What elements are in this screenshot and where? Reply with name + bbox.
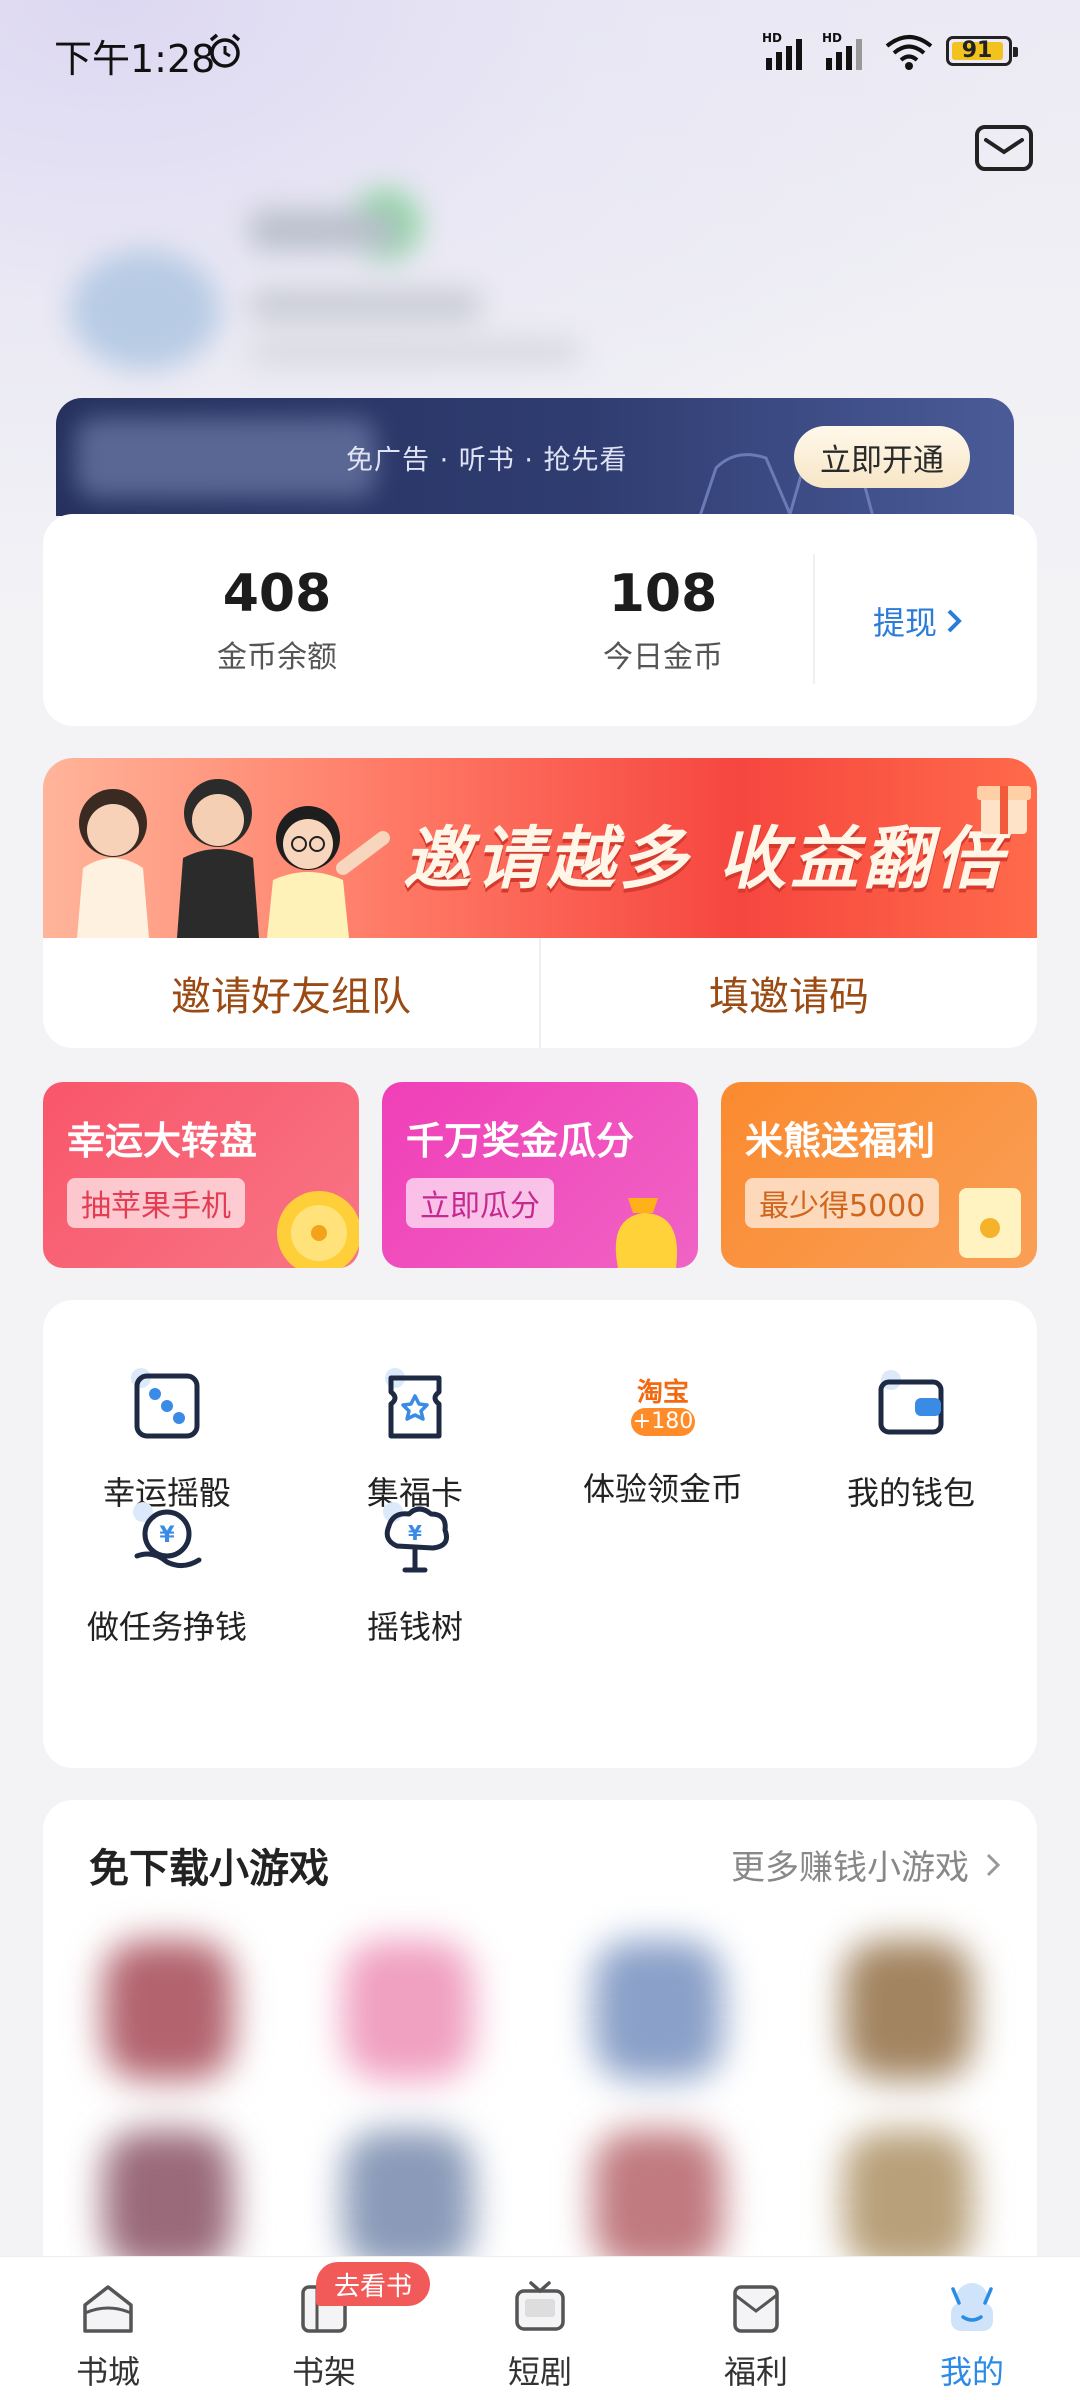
svg-text:¥: ¥: [408, 1521, 422, 1545]
promo-tag: 立即瓜分: [406, 1178, 554, 1228]
coin-balance-value: 408: [222, 564, 332, 624]
promo-title: 米熊送福利: [745, 1119, 936, 1163]
profile-header[interactable]: [50, 180, 580, 370]
avatar: [70, 250, 220, 370]
invite-card: 邀请越多 收益翻倍 邀请好友组队 填邀请码: [43, 758, 1037, 1048]
taobao-icon-title: 淘宝: [636, 1378, 689, 1408]
grid-item-fortune-card[interactable]: 集福卡: [291, 1366, 539, 1514]
user-name-blurred: [250, 210, 400, 250]
fortune-card-icon: [385, 1368, 442, 1439]
grid-item-wallet[interactable]: 我的钱包: [787, 1366, 1035, 1514]
grid-item-money-tree[interactable]: ¥ 摇钱树: [291, 1500, 539, 1648]
withdraw-button[interactable]: 提现: [873, 598, 963, 644]
promo-title: 千万奖金瓜分: [406, 1119, 635, 1163]
game-thumbnail[interactable]: [843, 2130, 973, 2260]
invite-slogan: 邀请越多 收益翻倍: [403, 820, 1007, 899]
game-thumbnail[interactable]: [343, 2130, 473, 2260]
grid-label: 摇钱树: [366, 1608, 463, 1646]
nav-short-drama[interactable]: 短剧: [470, 2279, 610, 2393]
withdraw-label: 提现: [873, 604, 938, 642]
money-tree-icon: ¥: [383, 1502, 449, 1573]
today-coins-value: 108: [608, 564, 718, 624]
game-thumbnail[interactable]: [103, 1940, 233, 2080]
nav-label: 书架: [291, 2353, 356, 2391]
vip-activate-button[interactable]: 立即开通: [794, 426, 970, 488]
chevron-right-icon: [986, 1853, 1001, 1876]
bookstore-icon: [83, 2285, 133, 2333]
nav-welfare[interactable]: 福利: [686, 2279, 826, 2393]
mail-icon[interactable]: [974, 124, 1034, 172]
short-drama-icon: [515, 2281, 565, 2331]
promo-tag: 抽苹果手机: [67, 1178, 245, 1228]
gift-icon: [977, 786, 1031, 834]
vip-banner[interactable]: 免广告 · 听书 · 抢先看 立即开通: [56, 398, 1014, 516]
bookshelf-badge[interactable]: 去看书: [316, 2262, 431, 2306]
bottom-nav: 书城 书架 短剧 福利 我的: [0, 2256, 1080, 2400]
coin-balance[interactable]: 408 金币余额: [127, 564, 427, 676]
grid-label: 体验领金币: [582, 1470, 743, 1508]
status-bar: 下午1:28 HD HD 91: [0, 0, 1080, 100]
promo-bear-welfare[interactable]: 米熊送福利 最少得5000: [721, 1082, 1037, 1268]
wheel-icon: [277, 1191, 359, 1268]
alarm-icon: [209, 33, 241, 68]
promo-title: 幸运大转盘: [67, 1119, 258, 1163]
coins-card: 408 金币余额 108 今日金币 提现: [43, 514, 1037, 726]
signal-2-icon: HD: [822, 31, 862, 70]
battery-level: 91: [961, 38, 993, 63]
nav-label: 我的: [939, 2353, 1004, 2391]
svg-text:¥: ¥: [159, 1523, 175, 1548]
promo-tag: 最少得5000: [745, 1178, 940, 1228]
welfare-icon: [733, 2285, 779, 2333]
dice-icon: [131, 1368, 200, 1439]
svg-text:HD: HD: [762, 31, 782, 45]
nav-profile[interactable]: 我的: [902, 2279, 1042, 2393]
game-thumbnail[interactable]: [593, 1940, 723, 2080]
nav-bookstore[interactable]: 书城: [38, 2279, 178, 2393]
signal-1-icon: HD: [762, 31, 802, 70]
vip-benefits: 免广告 · 听书 · 抢先看: [346, 445, 628, 476]
coin-balance-label: 金币余额: [217, 640, 337, 675]
taobao-icon: 淘宝 +180: [623, 1366, 703, 1446]
svg-text:HD: HD: [822, 31, 842, 45]
grid-label: 我的钱包: [846, 1474, 975, 1512]
today-coins[interactable]: 108 今日金币: [513, 564, 813, 676]
game-thumbnail[interactable]: [343, 1940, 473, 2080]
wifi-icon: [885, 35, 933, 70]
battery-icon: 91: [946, 36, 1018, 66]
grid-label: 做任务挣钱: [86, 1608, 247, 1646]
game-thumbnail[interactable]: [103, 2130, 233, 2260]
profile-icon: [951, 2283, 993, 2331]
game-thumbnail[interactable]: [593, 2130, 723, 2260]
task-money-icon: ¥: [133, 1502, 202, 1568]
invite-banner[interactable]: 邀请越多 收益翻倍: [43, 758, 1037, 938]
money-bag-icon: [615, 1198, 678, 1268]
grid-item-tasks[interactable]: ¥ 做任务挣钱: [43, 1500, 291, 1648]
chevron-right-icon: [947, 609, 962, 633]
taobao-icon-value: +180: [631, 1408, 695, 1436]
mini-games-title: 免下载小游戏: [89, 1846, 329, 1892]
nav-label: 短剧: [507, 2353, 572, 2391]
more-games-label: 更多赚钱小游戏: [731, 1848, 969, 1888]
invite-characters-illustration: [77, 779, 390, 938]
invite-code-button[interactable]: 填邀请码: [541, 938, 1037, 1048]
grid-item-taobao-coins[interactable]: 淘宝 +180 体验领金币: [539, 1366, 787, 1510]
more-games-link[interactable]: 更多赚钱小游戏: [731, 1840, 1001, 1889]
status-time: 下午1:28: [54, 37, 216, 81]
promo-lucky-wheel[interactable]: 幸运大转盘 抽苹果手机: [43, 1082, 359, 1268]
today-coins-label: 今日金币: [603, 640, 723, 675]
game-thumbnail[interactable]: [843, 1940, 973, 2080]
mini-games-card: 免下载小游戏 更多赚钱小游戏: [43, 1800, 1037, 2260]
grid-item-lucky-dice[interactable]: 幸运摇骰: [43, 1366, 291, 1514]
red-envelope-icon: [959, 1188, 1021, 1258]
wallet-icon: [878, 1370, 944, 1435]
nav-label: 福利: [723, 2353, 788, 2391]
invite-team-button[interactable]: 邀请好友组队: [43, 938, 539, 1048]
nav-label: 书城: [75, 2353, 140, 2391]
tools-grid: 幸运摇骰 集福卡 淘宝 +180 体验领金币 我的钱包 ¥ 做任务挣钱 ¥ 摇钱…: [43, 1300, 1037, 1768]
promo-bonus-split[interactable]: 千万奖金瓜分 立即瓜分: [382, 1082, 698, 1268]
